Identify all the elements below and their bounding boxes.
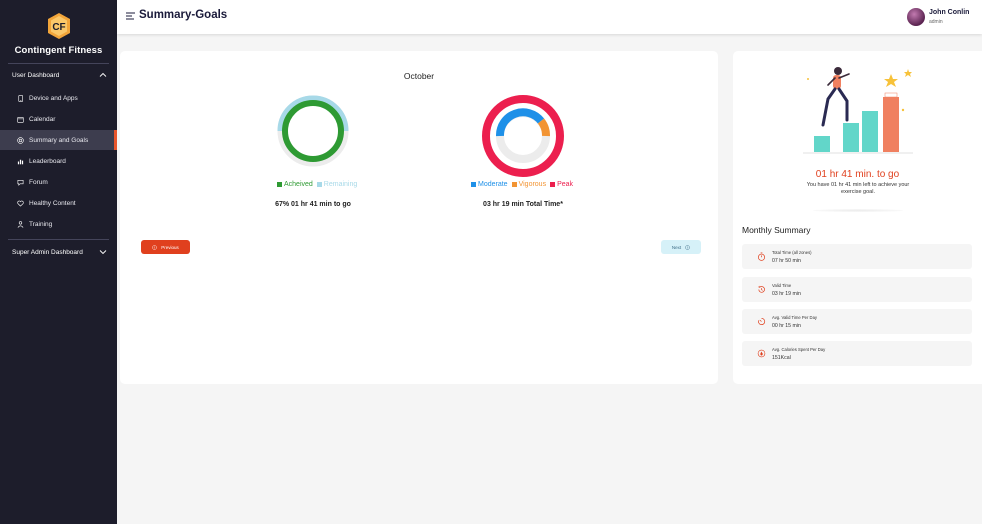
stat-label: Valid Time xyxy=(772,283,792,288)
calendar-icon xyxy=(17,116,24,123)
goal-time-remaining: 01 hr 41 min. to go xyxy=(815,169,900,180)
target-icon xyxy=(17,136,24,144)
bar-chart-icon xyxy=(17,159,24,164)
goals-card: October Acheived Remaining 67% 01 hr 41 … xyxy=(120,51,718,384)
legend-moderate: Moderate xyxy=(471,181,508,188)
trainer-icon xyxy=(17,220,24,228)
sidebar-item-device-and-apps[interactable]: Device and Apps xyxy=(0,88,117,108)
chevron-right-circle-icon xyxy=(685,244,690,250)
goal-legend: Acheived Remaining xyxy=(277,181,361,188)
zone-caption: 03 hr 19 min Total Time* xyxy=(483,201,563,208)
sidebar-divider xyxy=(8,63,109,64)
legend-label: Remaining xyxy=(323,181,358,188)
legend-label: Moderate xyxy=(478,181,508,188)
timer-icon xyxy=(758,317,766,325)
stopwatch-icon xyxy=(757,252,766,261)
ring-achieved-arc xyxy=(282,100,344,162)
sidebar-item-label: Training xyxy=(29,220,53,228)
chevron-up-icon xyxy=(99,72,107,77)
stat-label: Avg. Calories Spent Per Day xyxy=(772,347,826,352)
goal-progress-ring xyxy=(277,95,349,167)
history-icon xyxy=(758,285,765,293)
chevron-down-icon xyxy=(99,250,107,255)
brand-name: Contingent Fitness xyxy=(14,45,103,56)
user-name[interactable]: John Conlin xyxy=(929,9,969,16)
stat-value: 03 hr 19 min xyxy=(772,291,801,297)
ring-moderate-arc xyxy=(496,108,545,137)
next-button[interactable]: Next xyxy=(661,240,701,254)
user-role: admin xyxy=(929,19,943,25)
goal-description: You have 01 hr 41 min left to achieve yo… xyxy=(806,182,910,195)
sidebar: CF Contingent Fitness User Dashboard Dev… xyxy=(0,0,117,524)
section-super-admin-dashboard[interactable]: Super Admin Dashboard xyxy=(0,244,117,260)
stat-label: Avg. Valid Time Per Day xyxy=(772,315,817,320)
legend-achieved: Acheived xyxy=(277,181,313,188)
stat-valid-time: Valid Time 03 hr 19 min xyxy=(742,277,972,302)
legend-peak: Peak xyxy=(550,181,573,188)
menu-icon[interactable] xyxy=(126,12,135,20)
sidebar-item-healthy-content[interactable]: Healthy Content xyxy=(0,193,117,213)
stat-label: Total Time (all zones) xyxy=(772,250,812,255)
chevron-left-circle-icon xyxy=(152,244,158,250)
phone-icon xyxy=(18,94,23,102)
sidebar-item-training[interactable]: Training xyxy=(0,214,117,234)
svg-text:CF: CF xyxy=(52,22,65,33)
sidebar-item-label: Device and Apps xyxy=(29,94,78,102)
legend-vigorous: Vigorous xyxy=(511,181,547,188)
previous-button[interactable]: Previous xyxy=(141,240,190,254)
sidebar-item-leaderboard[interactable]: Leaderboard xyxy=(0,151,117,171)
zone-ring xyxy=(482,95,564,177)
stat-avg-valid-time: Avg. Valid Time Per Day 00 hr 15 min xyxy=(742,309,972,334)
sidebar-item-label: Healthy Content xyxy=(29,199,76,207)
goal-divider xyxy=(813,209,903,212)
stat-value: 151Kcal xyxy=(772,355,791,361)
sidebar-item-label: Summary and Goals xyxy=(29,136,89,144)
legend-swatch xyxy=(316,182,322,187)
next-label: Next xyxy=(671,244,682,250)
legend-remaining: Remaining xyxy=(316,181,358,188)
ring-vigorous-arc xyxy=(537,118,550,137)
month-label: October xyxy=(403,71,435,81)
chat-icon xyxy=(17,179,24,186)
contingent-fitness-logo: CF xyxy=(48,13,70,39)
flame-icon xyxy=(757,349,766,358)
heart-icon xyxy=(17,200,24,207)
section-user-dashboard[interactable]: User Dashboard xyxy=(0,67,117,83)
legend-swatch xyxy=(471,182,476,187)
monthly-summary-title: Monthly Summary xyxy=(742,225,811,235)
section-title: Super Admin Dashboard xyxy=(12,248,83,256)
legend-label: Vigorous xyxy=(518,181,547,188)
top-header: Summary-Goals John Conlin admin xyxy=(117,0,982,34)
legend-label: Peak xyxy=(557,181,574,188)
stat-value: 07 hr 50 min xyxy=(772,258,801,264)
summary-side-card: 01 hr 41 min. to go You have 01 hr 41 mi… xyxy=(733,51,982,384)
section-title: User Dashboard xyxy=(12,71,60,79)
sidebar-item-label: Calendar xyxy=(29,115,56,123)
page-title: Summary-Goals xyxy=(139,9,228,21)
runner-goal-illustration xyxy=(803,67,913,154)
legend-label: Acheived xyxy=(284,181,313,188)
stat-value: 00 hr 15 min xyxy=(772,323,801,329)
legend-swatch xyxy=(511,182,517,187)
sidebar-item-label: Forum xyxy=(29,178,48,186)
stat-total-time: Total Time (all zones) 07 hr 50 min xyxy=(742,244,972,269)
sidebar-item-summary-and-goals[interactable]: Summary and Goals xyxy=(0,130,117,150)
sidebar-divider xyxy=(8,239,109,240)
zone-legend: Moderate Vigorous Peak xyxy=(471,181,577,188)
sidebar-item-forum[interactable]: Forum xyxy=(0,172,117,192)
sidebar-item-calendar[interactable]: Calendar xyxy=(0,109,117,129)
previous-label: Previous xyxy=(161,244,179,250)
sidebar-item-label: Leaderboard xyxy=(29,157,66,165)
legend-swatch xyxy=(550,182,556,187)
stat-avg-calories: Avg. Calories Spent Per Day 151Kcal xyxy=(742,341,972,366)
legend-swatch xyxy=(277,182,282,187)
goal-caption: 67% 01 hr 41 min to go xyxy=(275,201,351,208)
avatar[interactable] xyxy=(907,8,925,26)
